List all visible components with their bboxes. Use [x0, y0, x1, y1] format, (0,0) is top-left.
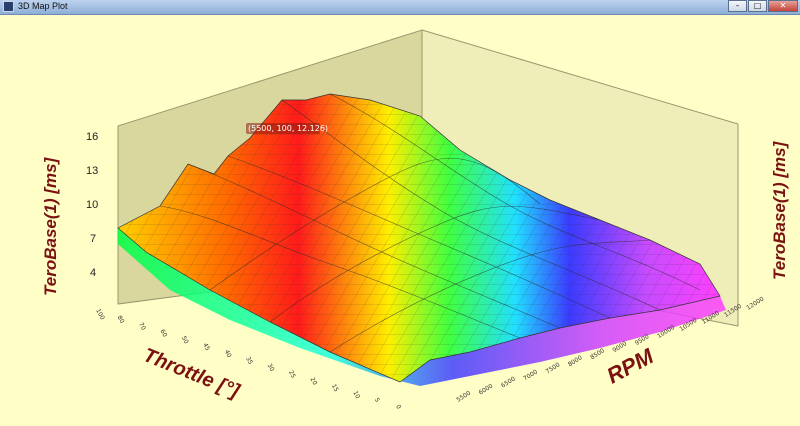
app-icon	[3, 1, 14, 12]
maximize-button[interactable]: □	[748, 0, 767, 12]
throttle-tick-label: 50	[180, 335, 190, 345]
rpm-tick-label: 5500	[455, 390, 472, 404]
3d-surface-plot[interactable]: (5500, 100, 12.126) 16 13 10 7 4 TeroBas…	[0, 14, 800, 426]
rpm-tick-label: 6000	[478, 382, 495, 396]
z-axis-title-right: TeroBase(1) [ms]	[770, 140, 789, 280]
close-button[interactable]: ✕	[768, 0, 798, 12]
throttle-tick-label: 35	[244, 356, 254, 366]
y-axis-title-rpm: RPM	[603, 343, 658, 388]
z-axis-ticks: 16 13 10 7 4	[86, 131, 98, 279]
window-title: 3D Map Plot	[18, 1, 68, 11]
throttle-tick-label: 20	[309, 376, 319, 386]
throttle-tick-label: 40	[223, 349, 233, 359]
throttle-tick-label: 45	[201, 342, 211, 352]
value-tooltip: (5500, 100, 12.126)	[246, 123, 328, 134]
throttle-tick-label: 80	[116, 315, 126, 325]
z-axis-title-left: TeroBase(1) [ms]	[41, 156, 60, 296]
z-tick-label: 13	[86, 165, 98, 177]
window-controls: – □ ✕	[728, 0, 798, 13]
throttle-tick-label: 0	[394, 404, 402, 411]
z-tick-label: 16	[86, 131, 98, 143]
rpm-tick-label: 12000	[745, 296, 765, 312]
minimize-button[interactable]: –	[728, 0, 747, 12]
z-tick-label: 4	[90, 267, 96, 279]
throttle-tick-label: 100	[94, 308, 106, 322]
throttle-tick-label: 60	[159, 328, 169, 338]
throttle-tick-label: 10	[351, 390, 361, 400]
rpm-tick-label: 7000	[522, 368, 539, 382]
throttle-tick-label: 30	[266, 363, 276, 373]
z-tick-label: 7	[90, 233, 96, 245]
rpm-tick-label: 6500	[500, 375, 517, 389]
throttle-tick-label: 15	[330, 383, 340, 393]
throttle-tick-label: 25	[287, 369, 297, 379]
rpm-tick-label: 7500	[545, 361, 562, 375]
throttle-tick-label: 70	[137, 321, 147, 331]
window-titlebar[interactable]: 3D Map Plot – □ ✕	[0, 0, 800, 15]
throttle-tick-label: 5	[373, 397, 381, 404]
z-tick-label: 10	[86, 199, 98, 211]
rpm-tick-label: 8000	[567, 354, 584, 368]
svg-text:(5500, 100, 12.126): (5500, 100, 12.126)	[248, 124, 328, 133]
